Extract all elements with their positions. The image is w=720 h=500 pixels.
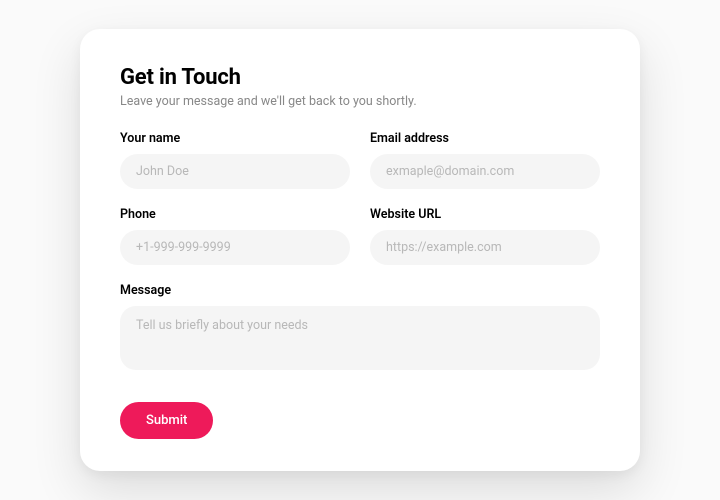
form-row: Your name Email address	[120, 131, 600, 189]
message-field-group: Message	[120, 283, 600, 370]
form-row: Message	[120, 283, 600, 370]
name-input[interactable]	[120, 154, 350, 189]
website-label: Website URL	[370, 207, 600, 222]
contact-form-card: Get in Touch Leave your message and we'l…	[80, 29, 640, 471]
website-field-group: Website URL	[370, 207, 600, 265]
phone-input[interactable]	[120, 230, 350, 265]
page-subtitle: Leave your message and we'll get back to…	[120, 94, 600, 109]
name-label: Your name	[120, 131, 350, 146]
page-title: Get in Touch	[120, 65, 600, 90]
message-label: Message	[120, 283, 600, 298]
phone-label: Phone	[120, 207, 350, 222]
name-field-group: Your name	[120, 131, 350, 189]
form-row: Phone Website URL	[120, 207, 600, 265]
email-field-group: Email address	[370, 131, 600, 189]
submit-button[interactable]: Submit	[120, 402, 213, 439]
email-label: Email address	[370, 131, 600, 146]
website-input[interactable]	[370, 230, 600, 265]
phone-field-group: Phone	[120, 207, 350, 265]
email-input[interactable]	[370, 154, 600, 189]
message-textarea[interactable]	[120, 306, 600, 370]
